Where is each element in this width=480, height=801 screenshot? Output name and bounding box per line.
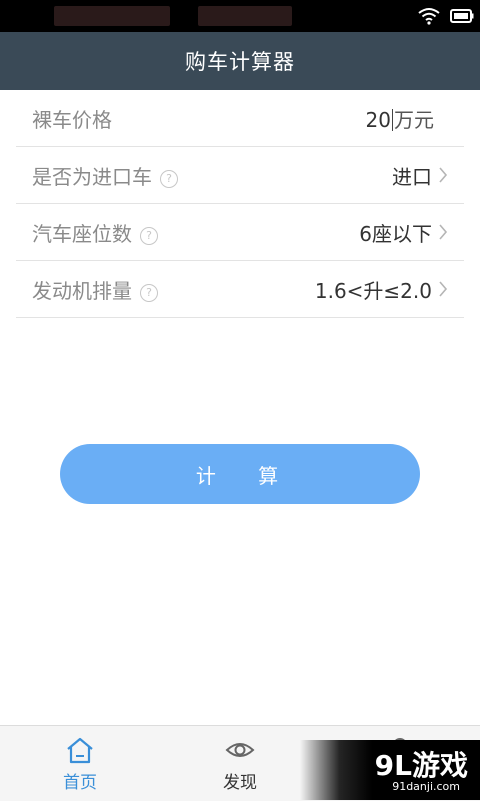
imported-label-wrap: 是否为进口车? xyxy=(32,161,178,190)
watermark-url: 91danji.com xyxy=(392,780,460,793)
calculate-button[interactable]: 计 算 xyxy=(60,444,420,504)
help-icon[interactable]: ? xyxy=(140,226,158,245)
help-icon[interactable]: ? xyxy=(140,283,158,302)
engine-label-wrap: 发动机排量? xyxy=(32,275,158,304)
status-redacted-area xyxy=(198,6,292,26)
imported-label: 是否为进口车 xyxy=(32,164,152,189)
battery-icon xyxy=(450,9,474,23)
price-row[interactable]: 裸车价格 20 万元 xyxy=(16,90,464,147)
wifi-icon xyxy=(418,8,440,25)
price-input[interactable]: 20 万元 xyxy=(366,104,434,133)
engine-label: 发动机排量 xyxy=(32,278,132,303)
text-cursor xyxy=(392,108,393,131)
tab-discover-label: 发现 xyxy=(223,773,257,793)
home-icon xyxy=(67,737,93,764)
watermark: 9L游戏 91danji.com xyxy=(300,740,480,800)
seats-row[interactable]: 汽车座位数? 6座以下 xyxy=(16,204,464,261)
price-value: 20 xyxy=(365,107,391,132)
imported-row[interactable]: 是否为进口车? 进口 xyxy=(16,147,464,204)
chevron-right-icon xyxy=(439,224,448,240)
help-icon[interactable]: ? xyxy=(160,169,178,188)
eye-icon xyxy=(225,743,255,757)
chevron-right-icon xyxy=(439,167,448,183)
page-title: 购车计算器 xyxy=(0,32,480,90)
imported-value: 进口 xyxy=(392,164,432,189)
price-unit: 万元 xyxy=(394,107,434,132)
price-label: 裸车价格 xyxy=(32,107,112,132)
seats-value: 6座以下 xyxy=(359,221,432,246)
engine-row[interactable]: 发动机排量? 1.6<升≤2.0 xyxy=(16,261,464,318)
tab-home[interactable]: 首页 xyxy=(20,726,140,801)
watermark-logo: 9L游戏 xyxy=(374,749,468,782)
tab-discover[interactable]: 发现 xyxy=(180,726,300,801)
seats-label: 汽车座位数 xyxy=(32,221,132,246)
tab-home-label: 首页 xyxy=(63,773,97,793)
status-redacted-area xyxy=(54,6,170,26)
chevron-right-icon xyxy=(439,281,448,297)
seats-label-wrap: 汽车座位数? xyxy=(32,218,158,247)
engine-value: 1.6<升≤2.0 xyxy=(314,278,432,303)
calculator-form: 裸车价格 20 万元 是否为进口车? 进口 汽车座位数? 6座以下 发动机排量? … xyxy=(16,90,464,318)
status-bar xyxy=(0,0,480,32)
